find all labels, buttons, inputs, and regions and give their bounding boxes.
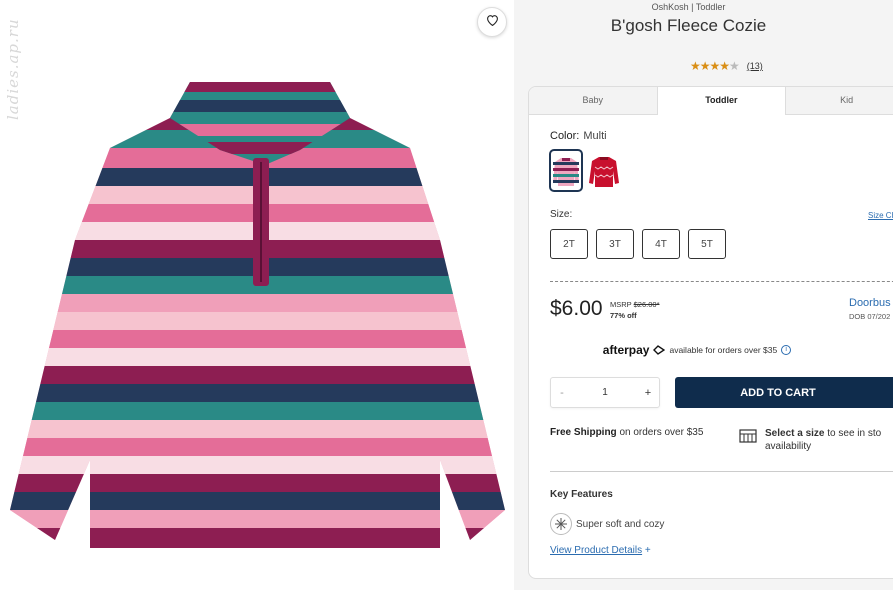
afterpay-row: afterpay available for orders over $35 i: [529, 343, 893, 357]
size-3t-button[interactable]: 3T: [596, 229, 634, 259]
review-count-link[interactable]: (13): [747, 61, 763, 71]
view-details-plus[interactable]: +: [645, 545, 651, 556]
product-title: B'gosh Fleece Cozie: [610, 16, 767, 35]
size-options: 2T 3T 4T 5T: [550, 229, 726, 259]
msrp-block: MSRP $26.00* 77% off: [610, 299, 660, 321]
size-4t-button[interactable]: 4T: [642, 229, 680, 259]
dob-date: DOB 07/202: [849, 312, 891, 321]
size-5t-button[interactable]: 5T: [688, 229, 726, 259]
product-image-pane: ladies.ap.ru: [0, 0, 514, 590]
product-info-pane: OshKosh | Toddler B'gosh Fleece Cozie ★★…: [514, 0, 893, 590]
swatch-multi-stripe[interactable]: [549, 149, 583, 192]
color-label: Color:: [550, 130, 580, 142]
msrp-label: MSRP: [610, 300, 632, 309]
quantity-input[interactable]: 1: [573, 387, 637, 398]
tab-baby[interactable]: Baby: [529, 87, 658, 115]
key-feature-text: Super soft and cozy: [576, 518, 665, 530]
view-product-details-link[interactable]: View Product Details +: [550, 545, 651, 556]
afterpay-text: available for orders over $35: [669, 345, 778, 355]
store-icon: [739, 429, 757, 443]
msrp-value: $26.00*: [633, 300, 660, 309]
key-feature-item: Super soft and cozy: [550, 513, 664, 535]
age-tabs: Baby Toddler Kid: [529, 87, 893, 115]
free-shipping-text: on orders over $35: [619, 427, 704, 438]
info-icon[interactable]: i: [781, 345, 792, 355]
product-image[interactable]: [0, 70, 514, 560]
wishlist-button[interactable]: [477, 7, 507, 37]
key-features-title: Key Features: [550, 489, 613, 500]
quantity-plus-button[interactable]: +: [637, 387, 659, 399]
rating[interactable]: ★★★★★ (13): [690, 59, 763, 73]
snowflake-icon: [550, 513, 572, 535]
striped-sweater-icon: [553, 157, 579, 186]
doorbuster-link[interactable]: Doorbus: [849, 297, 891, 309]
store-availability: Select a size to see in sto availability: [765, 427, 881, 453]
sale-price: $6.00: [550, 297, 603, 320]
red-sweater-icon: [589, 156, 619, 187]
size-chart-link[interactable]: Size Ch: [868, 211, 893, 220]
color-value: Multi: [583, 130, 607, 142]
swatch-red-fair-isle[interactable]: [587, 149, 621, 192]
quantity-minus-button[interactable]: -: [551, 387, 573, 399]
afterpay-logo: afterpay: [602, 343, 650, 357]
tab-kid[interactable]: Kid: [786, 87, 893, 115]
breadcrumb[interactable]: OshKosh | Toddler: [514, 2, 893, 12]
add-to-cart-button[interactable]: ADD TO CART: [675, 377, 893, 408]
free-shipping-bold: Free Shipping: [550, 427, 617, 438]
size-2t-button[interactable]: 2T: [550, 229, 588, 259]
section-divider: [550, 471, 893, 472]
view-details-label[interactable]: View Product Details: [550, 545, 642, 556]
color-row: Color: Multi: [550, 130, 607, 142]
store-availability-text: availability: [765, 441, 812, 452]
product-options-card: Baby Toddler Kid Color: Multi Size: Size…: [528, 86, 893, 579]
tab-toddler[interactable]: Toddler: [657, 87, 787, 115]
discount-percent: 77% off: [610, 311, 637, 320]
afterpay-arrows-icon: [653, 345, 666, 355]
store-size-text: to see in sto: [827, 428, 882, 439]
quantity-stepper: - 1 +: [550, 377, 660, 408]
product-page: ladies.ap.ru OshKosh | Toddler B'gosh Fl…: [0, 0, 893, 590]
free-shipping-note: Free Shipping on orders over $35: [550, 427, 703, 438]
dashed-divider: [550, 281, 893, 282]
store-size-bold: Select a size: [765, 428, 825, 439]
heart-icon: [486, 13, 499, 31]
size-label: Size:: [550, 209, 573, 220]
rating-stars: ★★★★★: [690, 59, 740, 73]
